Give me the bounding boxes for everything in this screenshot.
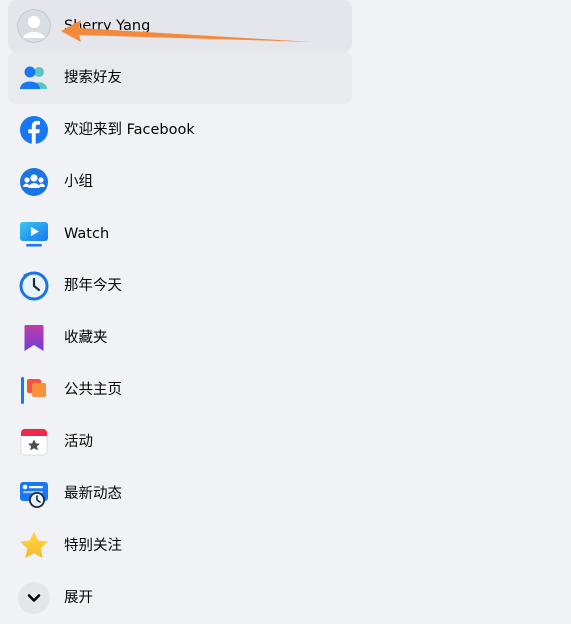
sidebar-item-watch[interactable]: Watch bbox=[8, 208, 352, 260]
chevron-down-icon bbox=[17, 581, 51, 615]
events-icon bbox=[17, 425, 51, 459]
left-sidebar: Sherry Yang 搜索好友 欢迎来到 Facebook 小组 Watch … bbox=[8, 0, 352, 624]
watch-icon bbox=[17, 217, 51, 251]
facebook-icon bbox=[17, 113, 51, 147]
sidebar-item-label: 最新动态 bbox=[64, 486, 122, 502]
sidebar-item-most-recent[interactable]: 最新动态 bbox=[8, 468, 352, 520]
sidebar-item-groups[interactable]: 小组 bbox=[8, 156, 352, 208]
expand-button[interactable]: 展开 bbox=[8, 572, 352, 624]
most-recent-icon bbox=[17, 477, 51, 511]
groups-icon bbox=[17, 165, 51, 199]
sidebar-item-label: 那年今天 bbox=[64, 278, 122, 294]
memories-icon bbox=[17, 269, 51, 303]
sidebar-item-saved[interactable]: 收藏夹 bbox=[8, 312, 352, 364]
sidebar-item-events[interactable]: 活动 bbox=[8, 416, 352, 468]
sidebar-item-favorites[interactable]: 特别关注 bbox=[8, 520, 352, 572]
sidebar-item-label: 活动 bbox=[64, 434, 93, 450]
sidebar-item-label: 收藏夹 bbox=[64, 330, 108, 346]
sidebar-item-label: 小组 bbox=[64, 174, 93, 190]
sidebar-item-label: 欢迎来到 Facebook bbox=[64, 122, 195, 138]
sidebar-item-find-friends[interactable]: 搜索好友 bbox=[8, 52, 352, 104]
sidebar-item-profile[interactable]: Sherry Yang bbox=[8, 0, 352, 52]
sidebar-item-welcome[interactable]: 欢迎来到 Facebook bbox=[8, 104, 352, 156]
expand-label: 展开 bbox=[64, 590, 93, 606]
sidebar-item-pages[interactable]: 公共主页 bbox=[8, 364, 352, 416]
find-friends-icon bbox=[17, 61, 51, 95]
favorites-icon bbox=[17, 529, 51, 563]
saved-icon bbox=[17, 321, 51, 355]
sidebar-item-memories[interactable]: 那年今天 bbox=[8, 260, 352, 312]
sidebar-item-label: 特别关注 bbox=[64, 538, 122, 554]
sidebar-item-label: 公共主页 bbox=[64, 382, 122, 398]
sidebar-item-label: 搜索好友 bbox=[64, 70, 122, 86]
avatar-icon bbox=[17, 9, 51, 43]
pages-icon bbox=[17, 373, 51, 407]
profile-name: Sherry Yang bbox=[64, 18, 151, 34]
sidebar-item-label: Watch bbox=[64, 226, 110, 242]
